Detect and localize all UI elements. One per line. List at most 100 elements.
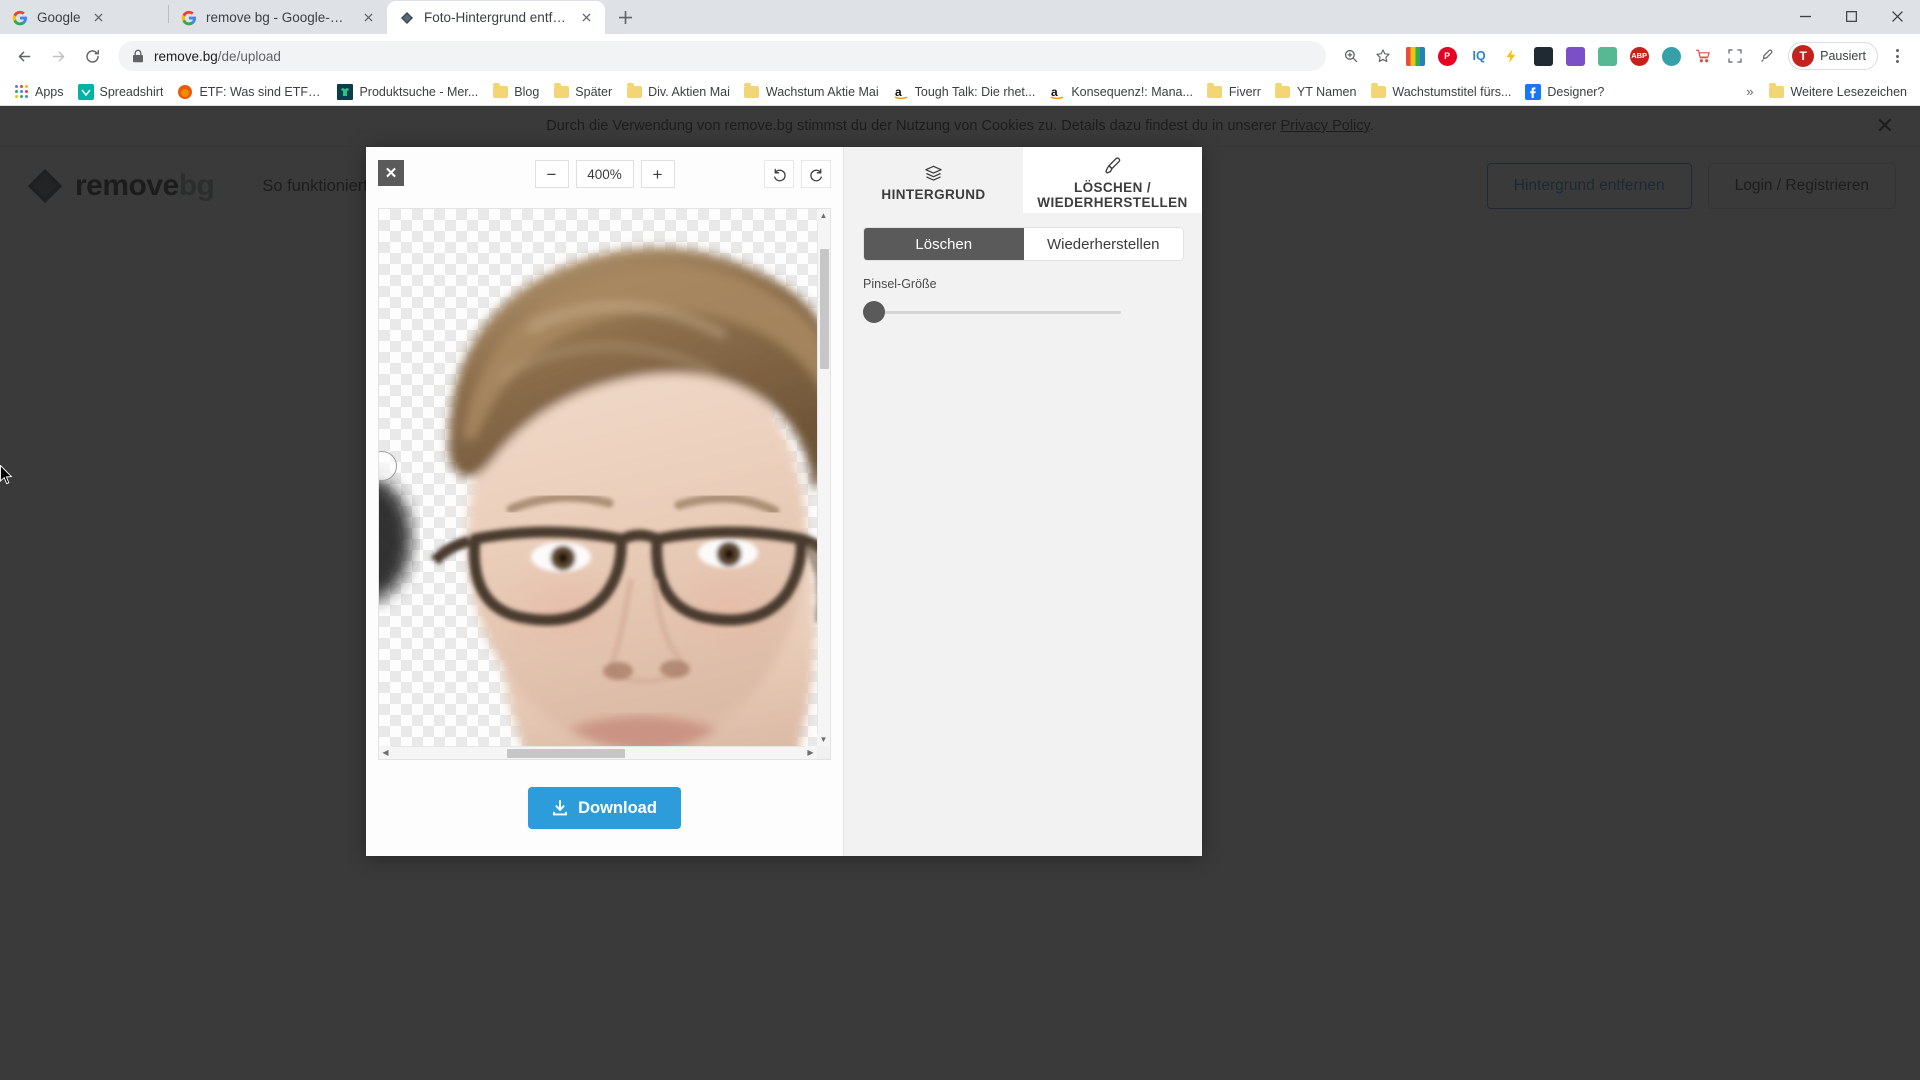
window-maximize-button[interactable] [1828, 0, 1874, 33]
tab-hintergrund[interactable]: HINTERGRUND [844, 147, 1023, 213]
bookmark-label: Spreadshirt [99, 84, 164, 99]
undo-icon[interactable] [764, 160, 794, 188]
extension-colorzilla-icon[interactable] [1400, 41, 1430, 71]
bookmark-label: Fiverr [1228, 84, 1261, 99]
brush-size-slider[interactable] [863, 301, 1121, 323]
bookmark-konsequenz[interactable]: a Konsequenz!: Mana... [1042, 81, 1200, 103]
bookmark-div-aktien-mai[interactable]: Div. Aktien Mai [619, 81, 737, 103]
back-arrow-icon[interactable] [8, 40, 40, 72]
mouse-cursor [0, 464, 13, 485]
download-button-label: Download [578, 798, 657, 817]
extension-lightning-icon[interactable] [1496, 41, 1526, 71]
brush-size-block: Pinsel-Größe [844, 261, 1202, 323]
bookmarks-overflow-button[interactable]: » [1738, 84, 1761, 99]
scroll-right-icon[interactable]: ▶ [804, 746, 817, 759]
browser-menu-button[interactable] [1882, 41, 1912, 71]
tab-close-icon[interactable] [90, 9, 108, 27]
tab-close-icon[interactable] [359, 9, 377, 27]
extension-purple-icon[interactable] [1560, 41, 1590, 71]
bookmark-label: Wachstumstitel fürs... [1392, 84, 1512, 99]
zoom-level-value[interactable]: 400% [575, 160, 634, 188]
redo-icon[interactable] [801, 160, 831, 188]
firefox-orange-icon [178, 84, 193, 99]
bookmark-tough-talk[interactable]: a Tough Talk: Die rhet... [886, 81, 1043, 103]
bookmark-wachstumstitel[interactable]: Wachstumstitel fürs... [1363, 81, 1518, 103]
segment-wiederherstellen[interactable]: Wiederherstellen [1024, 228, 1184, 260]
browser-toolbar: remove.bg/de/upload P IQ ABP T Pausiert [0, 34, 1920, 78]
close-editor-button[interactable]: ✕ [378, 160, 404, 186]
google-icon [12, 10, 27, 25]
download-icon [553, 800, 568, 816]
window-minimize-button[interactable] [1782, 0, 1828, 33]
extension-pinterest-icon[interactable]: P [1432, 41, 1462, 71]
brush-size-slider-knob[interactable] [863, 301, 885, 323]
canvas-horizontal-scroll-thumb[interactable] [507, 749, 625, 758]
extension-abp-icon[interactable]: ABP [1624, 41, 1654, 71]
editor-panel-tabs: HINTERGRUND LÖSCHEN / WIEDERHERSTELLEN [844, 147, 1202, 213]
extension-green-icon[interactable] [1592, 41, 1622, 71]
window-close-button[interactable] [1874, 0, 1920, 33]
bookmark-designer[interactable]: Designer? [1518, 81, 1611, 103]
address-bar[interactable]: remove.bg/de/upload [118, 41, 1327, 71]
browser-tab-2[interactable]: Foto-Hintergrund entfernen – re [387, 1, 605, 34]
extension-dark-icon[interactable] [1528, 41, 1558, 71]
google-icon [181, 10, 196, 25]
window-controls [1782, 0, 1920, 33]
tab-loeschen-wiederherstellen[interactable]: LÖSCHEN / WIEDERHERSTELLEN [1023, 147, 1202, 213]
folder-icon [626, 82, 642, 100]
bookmark-wachstum-aktie-mai[interactable]: Wachstum Aktie Mai [737, 81, 886, 103]
bookmark-produktsuche[interactable]: Produktsuche - Mer... [330, 81, 485, 103]
bookmark-label: Tough Talk: Die rhet... [914, 84, 1036, 99]
download-button[interactable]: Download [528, 787, 681, 829]
canvas-vertical-scrollbar[interactable] [817, 209, 830, 746]
canvas-horizontal-scrollbar[interactable] [379, 746, 817, 759]
bookmark-star-icon[interactable] [1368, 41, 1398, 71]
editor-side-panel: HINTERGRUND LÖSCHEN / WIEDERHERSTELLEN L… [843, 147, 1202, 856]
address-bar-url: remove.bg/de/upload [154, 48, 281, 64]
tab-close-icon[interactable] [577, 9, 595, 27]
avatar: T [1792, 45, 1815, 67]
bookmark-other-bookmarks[interactable]: Weitere Lesezeichen [1761, 81, 1914, 103]
bookmark-apps[interactable]: Apps [6, 81, 71, 103]
bookmark-fiverr[interactable]: Fiverr [1200, 81, 1268, 103]
bookmark-spreadshirt[interactable]: Spreadshirt [71, 81, 171, 103]
zoom-out-button[interactable]: − [534, 160, 569, 188]
scroll-left-icon[interactable]: ◀ [379, 746, 392, 759]
bookmark-label: Apps [35, 84, 64, 99]
amazon-icon: a [894, 85, 907, 99]
bookmark-label: YT Namen [1296, 84, 1357, 99]
mode-segmented-wrap: Löschen Wiederherstellen [844, 213, 1202, 261]
brush-size-slider-track[interactable] [873, 310, 1121, 314]
browser-tab-1[interactable]: remove bg - Google-Suche [169, 1, 387, 34]
zoom-in-button[interactable]: + [640, 160, 675, 188]
extension-eyedropper-icon[interactable] [1752, 41, 1782, 71]
extension-iq-icon[interactable]: IQ [1464, 41, 1494, 71]
bookmark-etf[interactable]: ETF: Was sind ETFs?... [170, 81, 330, 103]
scroll-down-icon[interactable]: ▼ [817, 733, 830, 746]
segment-loeschen[interactable]: Löschen [864, 228, 1024, 260]
extension-cart-icon[interactable] [1688, 41, 1718, 71]
brush-icon [1103, 156, 1122, 176]
bookmark-label: Wachstum Aktie Mai [765, 84, 879, 99]
tab-loeschen-wiederherstellen-label: LÖSCHEN / WIEDERHERSTELLEN [1037, 179, 1188, 210]
browser-tab-0[interactable]: Google [0, 1, 168, 34]
scroll-up-icon[interactable]: ▲ [817, 209, 830, 222]
bookmark-label: Blog [514, 84, 540, 99]
extension-teal-icon[interactable] [1656, 41, 1686, 71]
profile-status-label: Pausiert [1820, 49, 1866, 63]
extension-fullscreen-icon[interactable] [1720, 41, 1750, 71]
bookmark-yt-namen[interactable]: YT Namen [1268, 81, 1364, 103]
zoom-search-icon[interactable] [1336, 41, 1366, 71]
new-tab-button[interactable] [611, 3, 639, 31]
profile-chip[interactable]: T Pausiert [1788, 42, 1878, 70]
bookmark-blog[interactable]: Blog [485, 81, 546, 103]
canvas-vertical-scroll-thumb[interactable] [820, 249, 829, 369]
tshirt-icon [337, 83, 354, 100]
forward-arrow-icon[interactable] [42, 40, 74, 72]
image-canvas[interactable]: ▲ ▼ ◀ ▶ [378, 208, 831, 760]
brush-size-label: Pinsel-Größe [863, 277, 937, 291]
reload-icon[interactable] [76, 40, 108, 72]
lock-icon [133, 49, 143, 63]
bookmark-spaeter[interactable]: Später [546, 81, 619, 103]
browser-tab-title: Google [37, 10, 81, 25]
